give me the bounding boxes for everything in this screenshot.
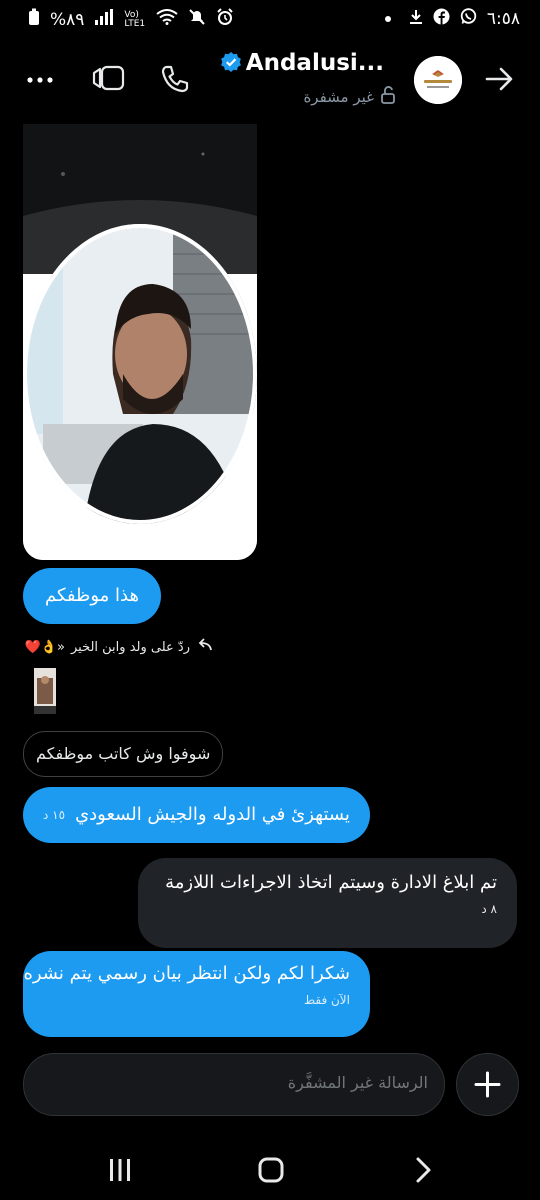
- reply-emoji: «👌❤️: [24, 639, 65, 655]
- clock-text: ٦:٥٨: [486, 9, 520, 29]
- home-button[interactable]: [257, 1156, 285, 1184]
- message-bubble-outgoing[interactable]: يستهزئ في الدوله والجيش السعودي ١٥ د: [23, 787, 370, 843]
- whatsapp-icon: [460, 8, 477, 30]
- message-text: يستهزئ في الدوله والجيش السعودي: [75, 804, 350, 825]
- phone-icon: [161, 65, 189, 93]
- chevron-right-icon: [416, 1157, 431, 1183]
- avatar[interactable]: [414, 56, 462, 104]
- shared-photo[interactable]: [23, 124, 257, 560]
- reply-label: ردّ على ولد وابن الخير: [70, 639, 190, 655]
- message-bubble-outgoing[interactable]: هذا موظفكم: [23, 568, 161, 624]
- more-icon: [27, 77, 53, 83]
- message-text: شكرا لكم ولكن انتظر بيان رسمي يتم نشره: [23, 963, 350, 984]
- photo-image: [23, 124, 257, 560]
- conversation-header: Andalusi... غير مشفرة: [0, 44, 540, 114]
- message-text: هذا موظفكم: [45, 585, 139, 606]
- message-input[interactable]: الرسالة غير المشفَّرة: [23, 1053, 445, 1116]
- more-options-button[interactable]: [26, 66, 54, 94]
- facebook-icon: [433, 8, 450, 30]
- video-call-button[interactable]: [92, 64, 126, 94]
- system-nav-bar: [0, 1140, 540, 1200]
- verified-icon: [220, 51, 242, 79]
- wifi-icon: [156, 9, 179, 30]
- quoted-text: شوفوا وش كاتب موظفكم: [36, 744, 211, 763]
- dot-icon: [384, 16, 391, 22]
- back-button[interactable]: [484, 64, 516, 96]
- mute-icon: [188, 8, 206, 31]
- message-bubble-incoming[interactable]: تم ابلاغ الادارة وسيتم اتخاذ الاجراءات ا…: [138, 858, 517, 948]
- back-nav-button[interactable]: [410, 1156, 438, 1184]
- status-right: ٦:٥٨: [384, 8, 520, 30]
- status-bar: %٨٩ Vo) LTE1 ٦:٥٨: [0, 0, 540, 38]
- download-icon: [409, 9, 423, 30]
- input-placeholder: الرسالة غير المشفَّرة: [287, 1073, 428, 1092]
- recents-button[interactable]: [106, 1156, 134, 1184]
- arrow-right-icon: [485, 67, 513, 91]
- recents-icon: [110, 1159, 130, 1181]
- add-attachment-button[interactable]: [456, 1053, 519, 1116]
- alarm-icon: [216, 8, 234, 31]
- subtitle-text: غير مشفرة: [303, 88, 374, 106]
- voice-call-button[interactable]: [160, 64, 192, 96]
- signal-icon: [94, 9, 114, 30]
- reply-thumbnail[interactable]: [34, 668, 56, 714]
- message-timestamp: الآن فقط: [303, 993, 350, 1007]
- battery-text: %٨٩: [50, 9, 85, 30]
- message-timestamp: ١٥ د: [43, 808, 66, 822]
- message-timestamp: ٨ د: [481, 902, 497, 916]
- reply-arrow-icon: [196, 638, 212, 656]
- quoted-message[interactable]: شوفوا وش كاتب موظفكم: [23, 731, 224, 777]
- unlock-icon: [380, 86, 396, 108]
- message-text: تم ابلاغ الادارة وسيتم اتخاذ الاجراءات ا…: [165, 872, 497, 893]
- network-text: Vo) LTE1: [124, 9, 146, 29]
- home-icon: [258, 1157, 284, 1183]
- message-bubble-outgoing[interactable]: شكرا لكم ولكن انتظر بيان رسمي يتم نشره ا…: [23, 951, 370, 1037]
- video-icon: [92, 65, 125, 91]
- reply-reference[interactable]: ردّ على ولد وابن الخير «👌❤️: [22, 638, 212, 656]
- title-text: Andalusi...: [245, 50, 384, 76]
- brand-logo-icon: [414, 56, 462, 104]
- battery-icon: [28, 8, 40, 31]
- encryption-status: غير مشفرة: [303, 86, 396, 108]
- conversation-title[interactable]: Andalusi...: [220, 50, 384, 79]
- status-left: %٨٩ Vo) LTE1: [28, 8, 234, 31]
- plus-icon: [474, 1071, 501, 1098]
- thumbnail-image: [34, 668, 56, 714]
